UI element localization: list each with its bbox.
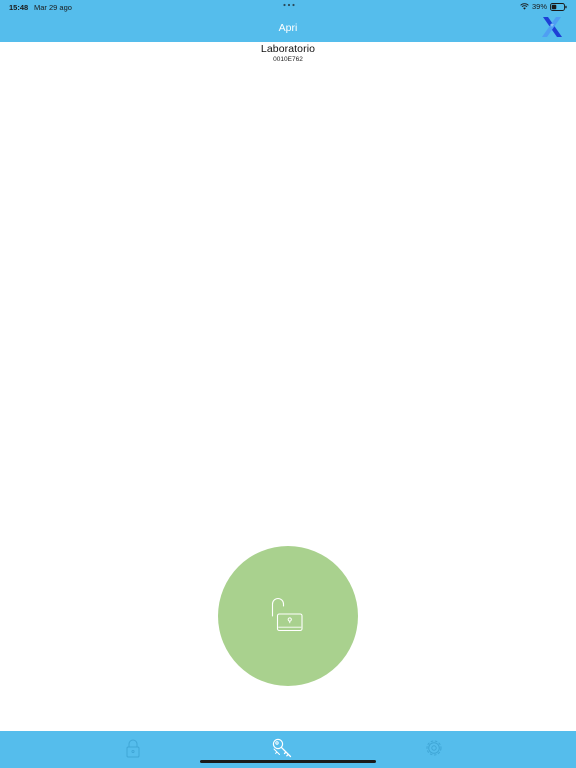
tab-keys[interactable] [271, 737, 293, 759]
status-indicators: 39% [520, 2, 567, 11]
padlock-icon [126, 739, 140, 758]
top-bar: 15:48 Mar 29 ago 39% Apri [0, 0, 576, 42]
status-bar: 15:48 Mar 29 ago 39% [0, 0, 576, 14]
tab-locks[interactable] [122, 737, 144, 759]
status-time: 15:48 [9, 3, 29, 12]
wifi-icon [520, 3, 529, 10]
battery-percentage: 39% [531, 2, 547, 11]
tab-settings[interactable] [423, 737, 445, 759]
multitasking-dots-icon[interactable] [282, 2, 296, 8]
keys-icon [272, 738, 292, 758]
home-indicator[interactable] [200, 760, 376, 763]
page-title: Apri [278, 22, 298, 34]
brand-x-logo-icon[interactable] [541, 16, 563, 38]
status-date: Mar 29 ago [34, 3, 72, 12]
lock-id: 0010E762 [273, 56, 303, 63]
lock-name: Laboratorio [260, 43, 316, 55]
padlock-open-icon [271, 598, 303, 632]
open-lock-button[interactable] [218, 546, 358, 686]
battery-icon [550, 2, 567, 11]
gear-icon [426, 740, 442, 756]
